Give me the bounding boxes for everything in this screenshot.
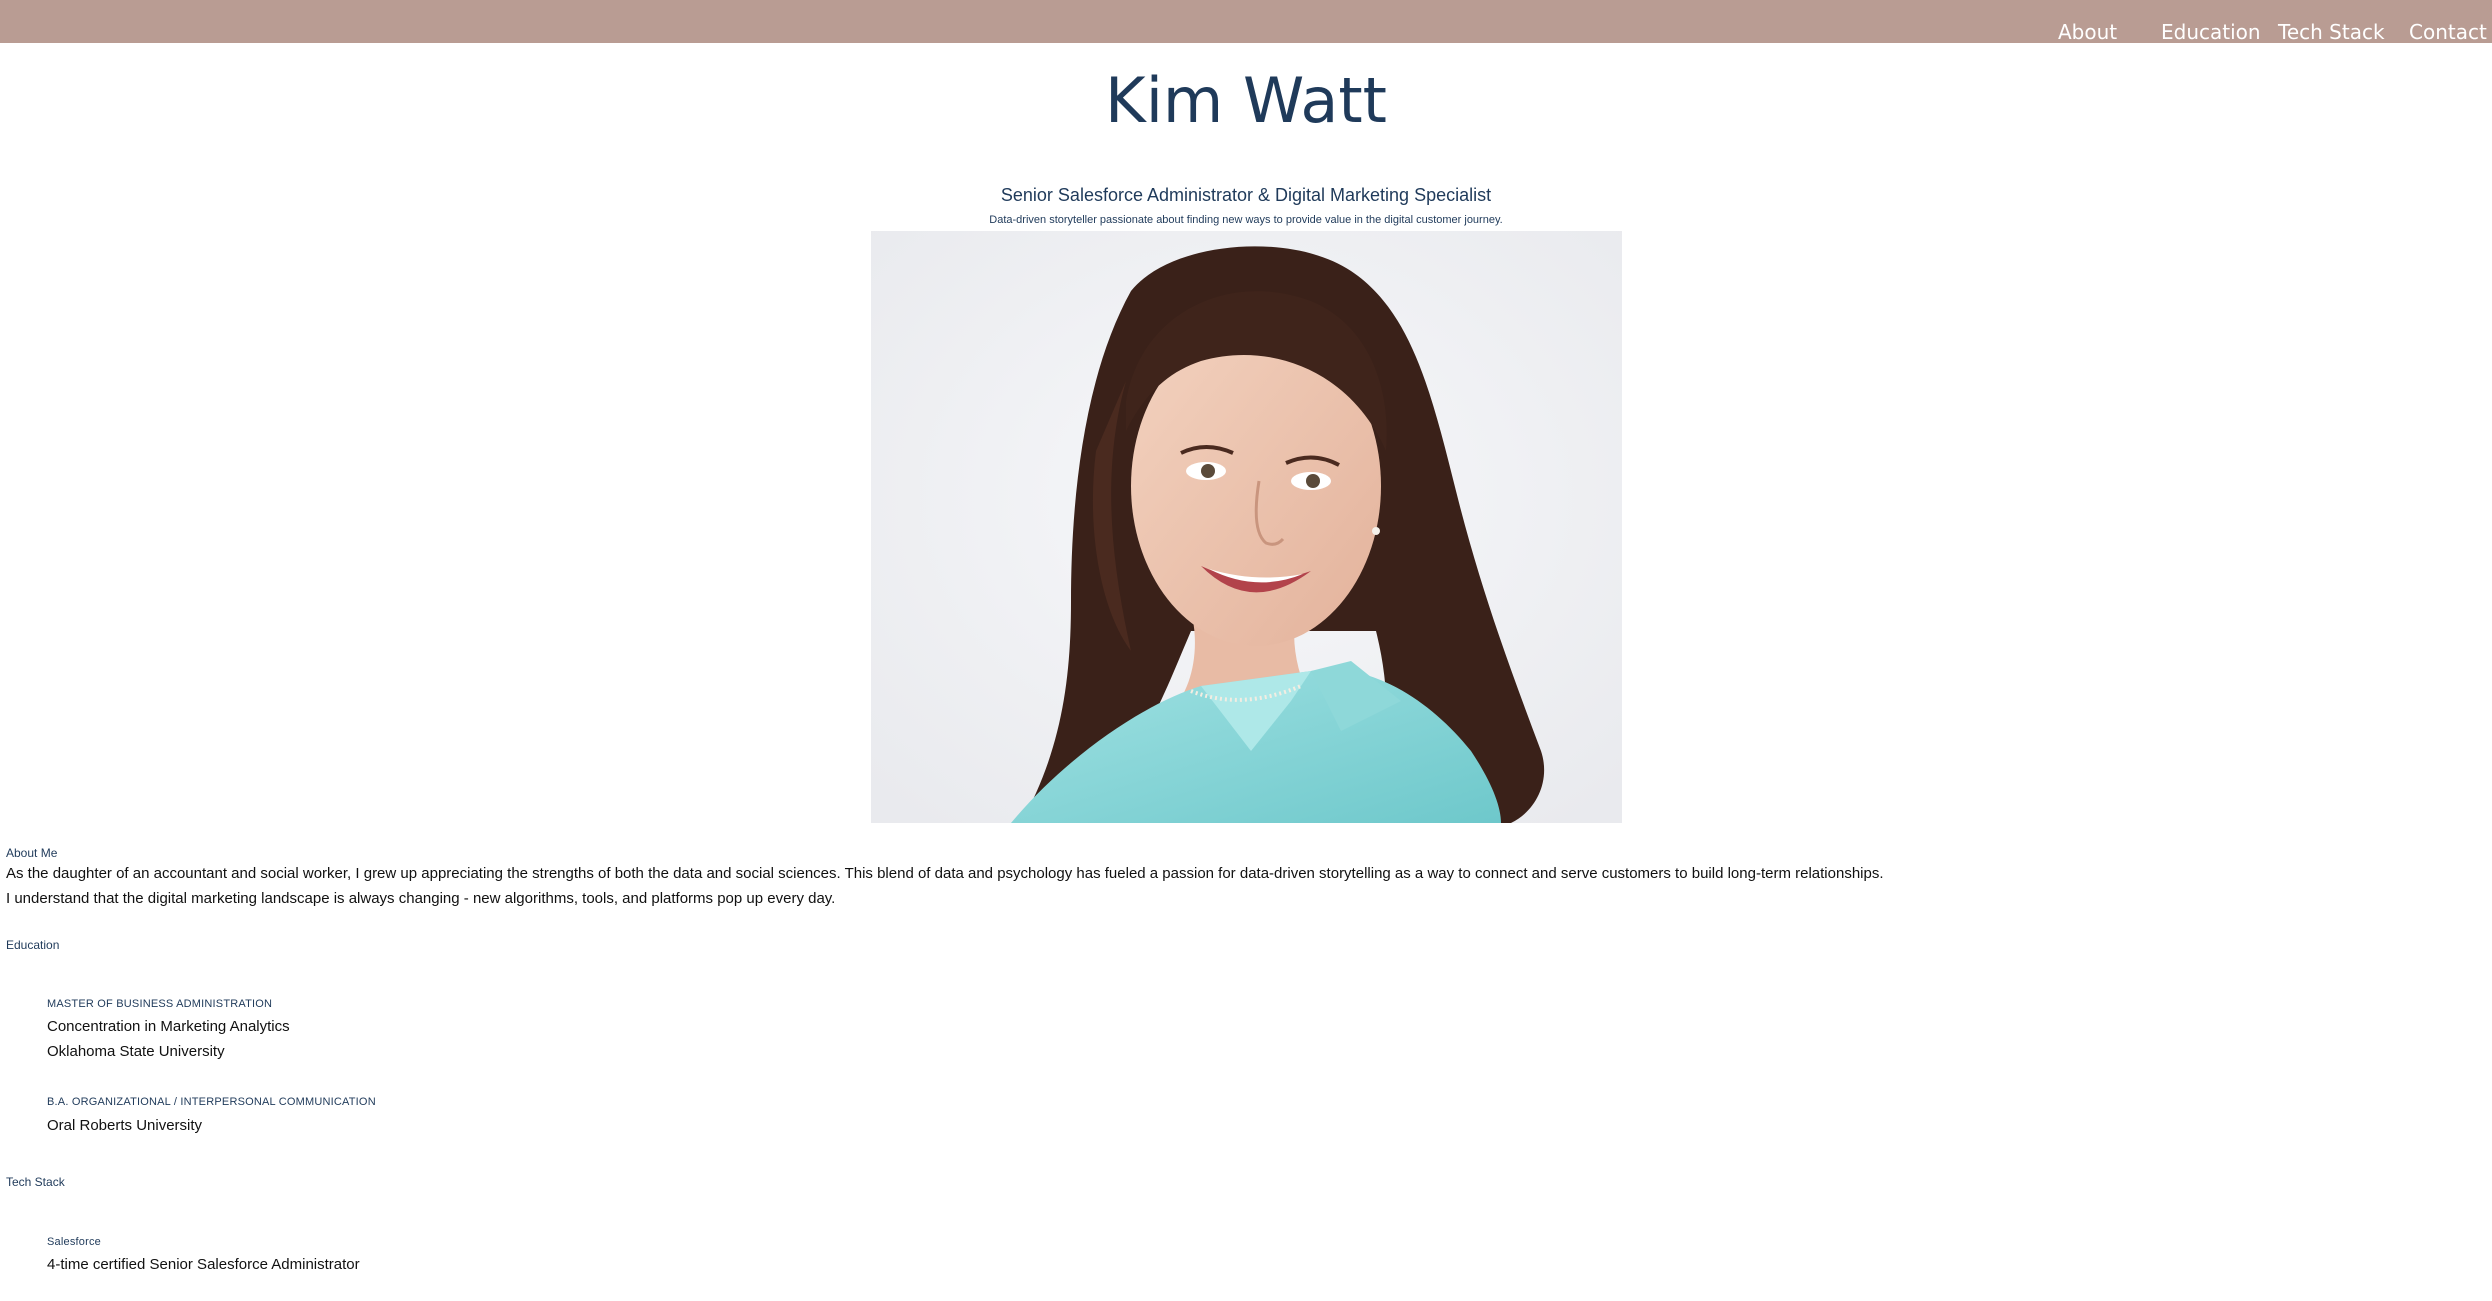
portrait-illustration bbox=[871, 231, 1622, 823]
nav-link-contact[interactable]: Contact bbox=[2409, 20, 2487, 44]
education-detail-concentration: Concentration in Marketing Analytics bbox=[47, 1018, 290, 1035]
education-detail-school-ba: Oral Roberts University bbox=[47, 1117, 203, 1134]
education-degree-mba: MASTER OF BUSINESS ADMINISTRATION bbox=[47, 998, 273, 1010]
tech-stack-item-detail: 4-time certified Senior Salesforce Admin… bbox=[47, 1256, 360, 1273]
profile-photo bbox=[871, 231, 1622, 823]
job-title: Senior Salesforce Administrator & Digita… bbox=[1000, 185, 1492, 205]
top-navigation-bar: About Education Tech Stack Contact bbox=[0, 0, 2492, 44]
about-paragraph-1: As the daughter of an accountant and soc… bbox=[6, 865, 1884, 882]
section-heading-education: Education bbox=[6, 938, 60, 952]
nav-link-tech-stack[interactable]: Tech Stack bbox=[2278, 20, 2385, 44]
page-title: Kim Watt bbox=[1105, 64, 1387, 137]
tagline: Data-driven storyteller passionate about… bbox=[989, 214, 1503, 226]
section-heading-tech-stack: Tech Stack bbox=[6, 1175, 65, 1189]
section-heading-about: About Me bbox=[6, 846, 58, 860]
nav-link-about[interactable]: About bbox=[2058, 20, 2117, 44]
education-degree-ba: B.A. ORGANIZATIONAL / INTERPERSONAL COMM… bbox=[47, 1096, 376, 1108]
about-paragraph-2: I understand that the digital marketing … bbox=[6, 890, 836, 907]
nav-link-education[interactable]: Education bbox=[2161, 20, 2261, 44]
education-detail-school: Oklahoma State University bbox=[47, 1043, 225, 1060]
tech-stack-item-name: Salesforce bbox=[47, 1236, 101, 1248]
